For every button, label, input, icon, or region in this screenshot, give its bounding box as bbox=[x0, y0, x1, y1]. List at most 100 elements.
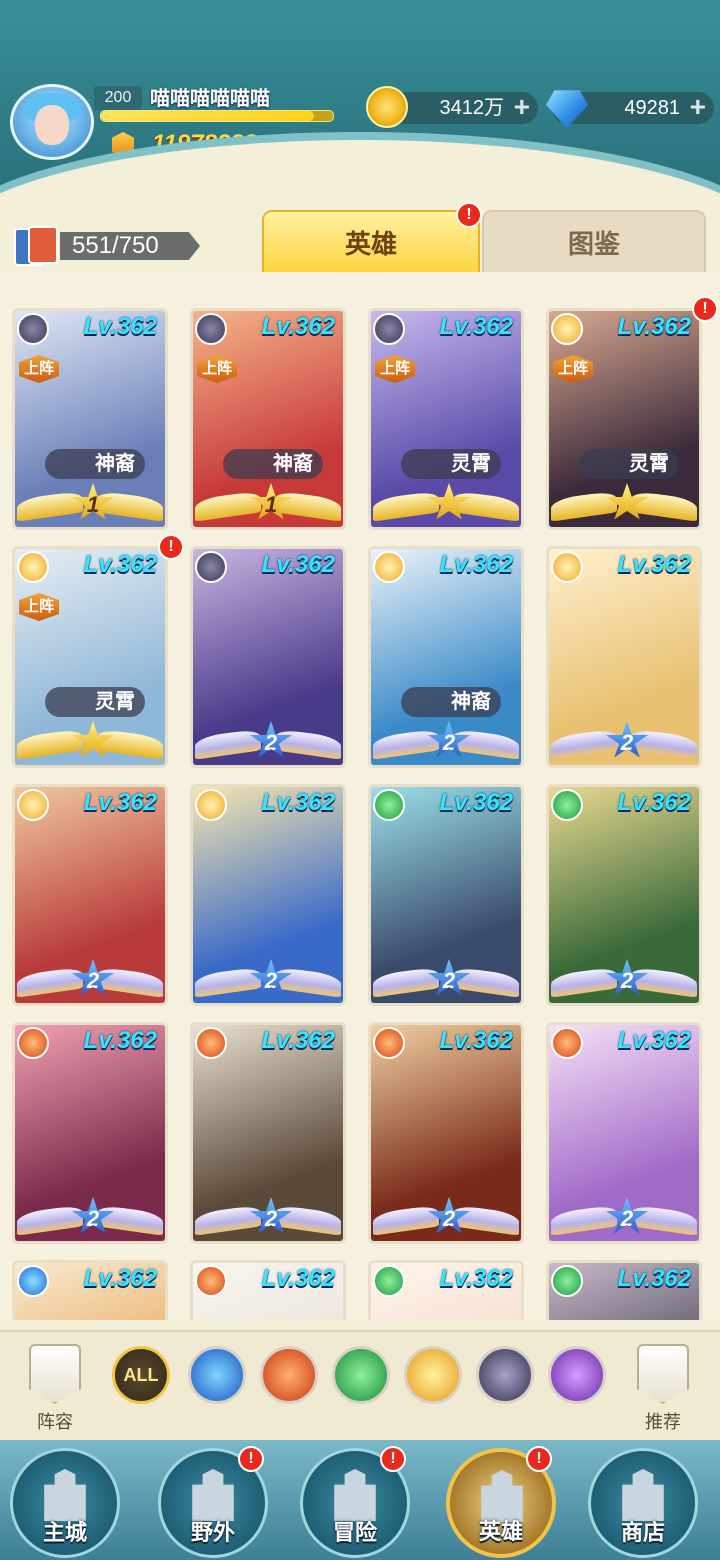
gold-resource: 3412万 + bbox=[366, 86, 538, 128]
stopwatch-shield-icon bbox=[29, 1344, 81, 1404]
hero-level: Lv.362 bbox=[617, 1027, 691, 1054]
hero-card[interactable]: Lv.362 2 bbox=[546, 784, 702, 1006]
bottom-nav: 主城 野外! 冒险! 英雄! 商店 bbox=[0, 1440, 720, 1560]
hero-level: Lv.362 bbox=[439, 313, 513, 340]
nav-shop[interactable]: 商店 bbox=[588, 1448, 698, 1558]
nature-faction-icon bbox=[373, 789, 405, 821]
hero-level: Lv.362 bbox=[83, 1265, 157, 1292]
top-header: 200 喵喵喵喵喵喵 11978288 3412万 + 49281 + bbox=[0, 0, 720, 210]
dark-faction-icon[interactable] bbox=[476, 1346, 534, 1404]
fire-faction-icon bbox=[373, 1027, 405, 1059]
hero-level: Lv.362 bbox=[83, 789, 157, 816]
hero-card[interactable]: Lv.362 2 bbox=[368, 784, 524, 1006]
hero-card[interactable]: Lv.362 2 bbox=[190, 546, 346, 768]
gem-amount: 49281 bbox=[624, 97, 680, 119]
avatar-face bbox=[35, 105, 69, 145]
nav-alert-badge: ! bbox=[238, 1446, 264, 1472]
nav-main-city[interactable]: 主城 bbox=[10, 1448, 120, 1558]
hero-card[interactable]: Lv.362 上阵 灵霄 bbox=[368, 308, 524, 530]
hero-card[interactable]: Lv.362 2 bbox=[368, 1022, 524, 1244]
rank-wings-icon bbox=[371, 477, 521, 527]
hero-level: Lv.362 bbox=[83, 551, 157, 578]
recommend-button[interactable]: 推荐 bbox=[628, 1344, 698, 1434]
hero-level: Lv.362 bbox=[617, 1265, 691, 1292]
hero-card[interactable]: Lv.362 上阵 神裔 1 bbox=[12, 308, 168, 530]
hero-level: Lv.362 bbox=[439, 1265, 513, 1292]
lineup-button[interactable]: 阵容 bbox=[20, 1344, 90, 1434]
rank-wings-icon: 2 bbox=[549, 715, 699, 765]
hero-level: Lv.362 bbox=[261, 1265, 335, 1292]
hero-card[interactable]: Lv.362 bbox=[12, 1260, 168, 1320]
gold-amount: 3412万 bbox=[439, 97, 505, 119]
nav-building-icon bbox=[334, 1469, 376, 1521]
arcane-faction-icon[interactable] bbox=[548, 1346, 606, 1404]
hero-level: Lv.362 bbox=[617, 313, 691, 340]
rank-wings-icon: 1 bbox=[15, 477, 165, 527]
gold-coin-icon bbox=[366, 86, 408, 128]
hero-level: Lv.362 bbox=[261, 1027, 335, 1054]
combat-power: 11978288 bbox=[152, 130, 257, 157]
nav-alert-badge: ! bbox=[526, 1446, 552, 1472]
recommend-label: 推荐 bbox=[645, 1412, 681, 1432]
nav-building-icon bbox=[192, 1469, 234, 1521]
add-gems-button[interactable]: + bbox=[690, 91, 706, 123]
light-faction-icon[interactable] bbox=[404, 1346, 462, 1404]
hero-card[interactable]: Lv.362 2 bbox=[12, 1022, 168, 1244]
rank-wings-icon: 2 bbox=[549, 1191, 699, 1241]
hero-card[interactable]: Lv.362 2 bbox=[190, 784, 346, 1006]
hero-card[interactable]: Lv.362 bbox=[190, 1260, 346, 1320]
nav-label: 冒险 bbox=[332, 1520, 377, 1545]
hero-card[interactable]: Lv.362 上阵 灵霄 bbox=[12, 546, 168, 768]
nature-faction-icon[interactable] bbox=[332, 1346, 390, 1404]
nature-faction-icon bbox=[551, 1265, 583, 1297]
hero-card[interactable]: Lv.362 2 bbox=[546, 1022, 702, 1244]
hero-card[interactable]: Lv.362 神裔 2 bbox=[368, 546, 524, 768]
rank-wings-icon: 2 bbox=[371, 953, 521, 1003]
hero-card[interactable]: Lv.362 2 bbox=[190, 1022, 346, 1244]
hero-class-tag: 神裔 bbox=[401, 687, 501, 717]
hero-card[interactable]: Lv.362 2 bbox=[546, 546, 702, 768]
hero-card[interactable]: Lv.362 2 bbox=[12, 784, 168, 1006]
gem-resource: 49281 + bbox=[546, 90, 714, 128]
player-avatar[interactable] bbox=[10, 84, 94, 160]
filter-bar: 阵容 ALL 推荐 bbox=[0, 1330, 720, 1442]
rank-wings-icon: 2 bbox=[193, 953, 343, 1003]
hero-level: Lv.362 bbox=[439, 1027, 513, 1054]
hero-grid: Lv.362 上阵 神裔 1 Lv.362 上阵 神裔 1 Lv.362 上阵 灵霄 Lv.362 上阵… bbox=[0, 272, 720, 1320]
water-faction-icon bbox=[17, 1265, 49, 1297]
tab-atlas[interactable]: 图鉴 bbox=[482, 210, 706, 278]
thumbs-up-icon bbox=[637, 1344, 689, 1404]
tab-heroes[interactable]: 英雄 bbox=[262, 210, 480, 278]
hero-card[interactable]: Lv.362 上阵 灵霄 bbox=[546, 308, 702, 530]
hero-level: Lv.362 bbox=[261, 313, 335, 340]
fire-faction-icon bbox=[551, 1027, 583, 1059]
fire-faction-icon bbox=[17, 1027, 49, 1059]
dark-faction-icon bbox=[373, 313, 405, 345]
xp-bar-fill bbox=[101, 111, 315, 121]
hero-level: Lv.362 bbox=[83, 313, 157, 340]
hero-card[interactable]: Lv.362 上阵 神裔 1 bbox=[190, 308, 346, 530]
hero-alert-badge: ! bbox=[158, 534, 184, 560]
water-faction-icon[interactable] bbox=[188, 1346, 246, 1404]
power-icon bbox=[112, 132, 134, 160]
hero-card[interactable]: Lv.362 bbox=[546, 1260, 702, 1320]
fire-faction-icon[interactable] bbox=[260, 1346, 318, 1404]
hero-class-tag: 神裔 bbox=[223, 449, 323, 479]
light-faction-icon bbox=[551, 551, 583, 583]
hero-card[interactable]: Lv.362 bbox=[368, 1260, 524, 1320]
nav-label: 野外 bbox=[190, 1520, 235, 1545]
hero-alert-badge: ! bbox=[692, 296, 718, 322]
add-gold-button[interactable]: + bbox=[514, 91, 530, 123]
filter-all-button[interactable]: ALL bbox=[112, 1346, 170, 1404]
hero-level: Lv.362 bbox=[617, 789, 691, 816]
hero-class-tag: 灵霄 bbox=[579, 449, 679, 479]
light-faction-icon bbox=[17, 551, 49, 583]
rank-wings-icon bbox=[549, 477, 699, 527]
lineup-label: 阵容 bbox=[37, 1412, 73, 1432]
rank-wings-icon: 2 bbox=[15, 1191, 165, 1241]
dark-faction-icon bbox=[17, 313, 49, 345]
rank-wings-icon: 2 bbox=[371, 1191, 521, 1241]
diamond-icon bbox=[546, 90, 588, 128]
nature-faction-icon bbox=[551, 789, 583, 821]
nav-label: 主城 bbox=[42, 1520, 87, 1545]
